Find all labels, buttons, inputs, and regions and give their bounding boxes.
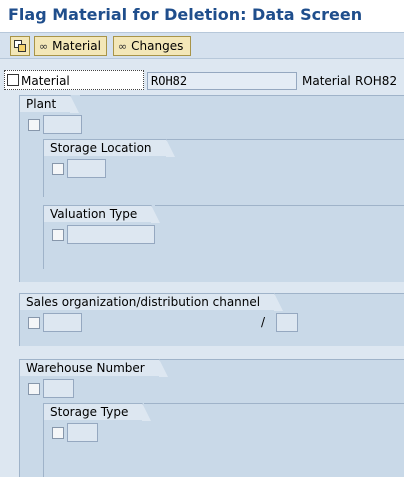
sales-org-group-title: Sales organization/distribution channel <box>20 293 284 311</box>
changes-button-label: Changes <box>131 39 184 53</box>
material-row[interactable]: Material <box>4 70 144 90</box>
title-bar: Flag Material for Deletion: Data Screen <box>0 0 404 32</box>
warehouse-group-title: Warehouse Number <box>20 359 168 377</box>
changes-button[interactable]: ∞ Changes <box>113 36 191 56</box>
material-button-label: Material <box>52 39 101 53</box>
copy-icon <box>14 40 26 52</box>
glasses-icon: ∞ <box>118 39 128 53</box>
plant-checkbox[interactable] <box>28 119 40 131</box>
copy-button[interactable] <box>10 36 30 56</box>
glasses-icon: ∞ <box>39 39 49 53</box>
material-checkbox-label: Material <box>21 74 70 88</box>
storage-location-checkbox[interactable] <box>52 163 64 175</box>
valuation-type-group-title: Valuation Type <box>44 205 161 223</box>
warehouse-field[interactable] <box>43 379 74 398</box>
page-title: Flag Material for Deletion: Data Screen <box>8 5 363 24</box>
valuation-type-field[interactable] <box>67 225 155 244</box>
material-button[interactable]: ∞ Material <box>34 36 107 56</box>
application-toolbar: ∞ Material ∞ Changes <box>0 32 404 59</box>
storage-type-checkbox[interactable] <box>52 427 64 439</box>
storage-type-group-title: Storage Type <box>44 403 152 421</box>
sales-org-checkbox[interactable] <box>28 317 40 329</box>
sales-org-field[interactable] <box>43 313 82 332</box>
warehouse-checkbox[interactable] <box>28 383 40 395</box>
material-checkbox[interactable] <box>7 74 19 86</box>
storage-location-field[interactable] <box>67 159 106 178</box>
material-readonly-label: Material <box>302 74 351 88</box>
plant-field[interactable] <box>43 115 82 134</box>
valuation-type-checkbox[interactable] <box>52 229 64 241</box>
storage-type-field[interactable] <box>67 423 98 442</box>
distribution-channel-separator: / <box>261 315 266 329</box>
distribution-channel-field[interactable] <box>276 313 298 332</box>
material-readonly-value: ROH82 <box>355 74 398 88</box>
storage-location-group-title: Storage Location <box>44 139 175 157</box>
material-input[interactable]: ROH82 <box>147 72 297 90</box>
plant-group-title: Plant <box>20 95 80 113</box>
